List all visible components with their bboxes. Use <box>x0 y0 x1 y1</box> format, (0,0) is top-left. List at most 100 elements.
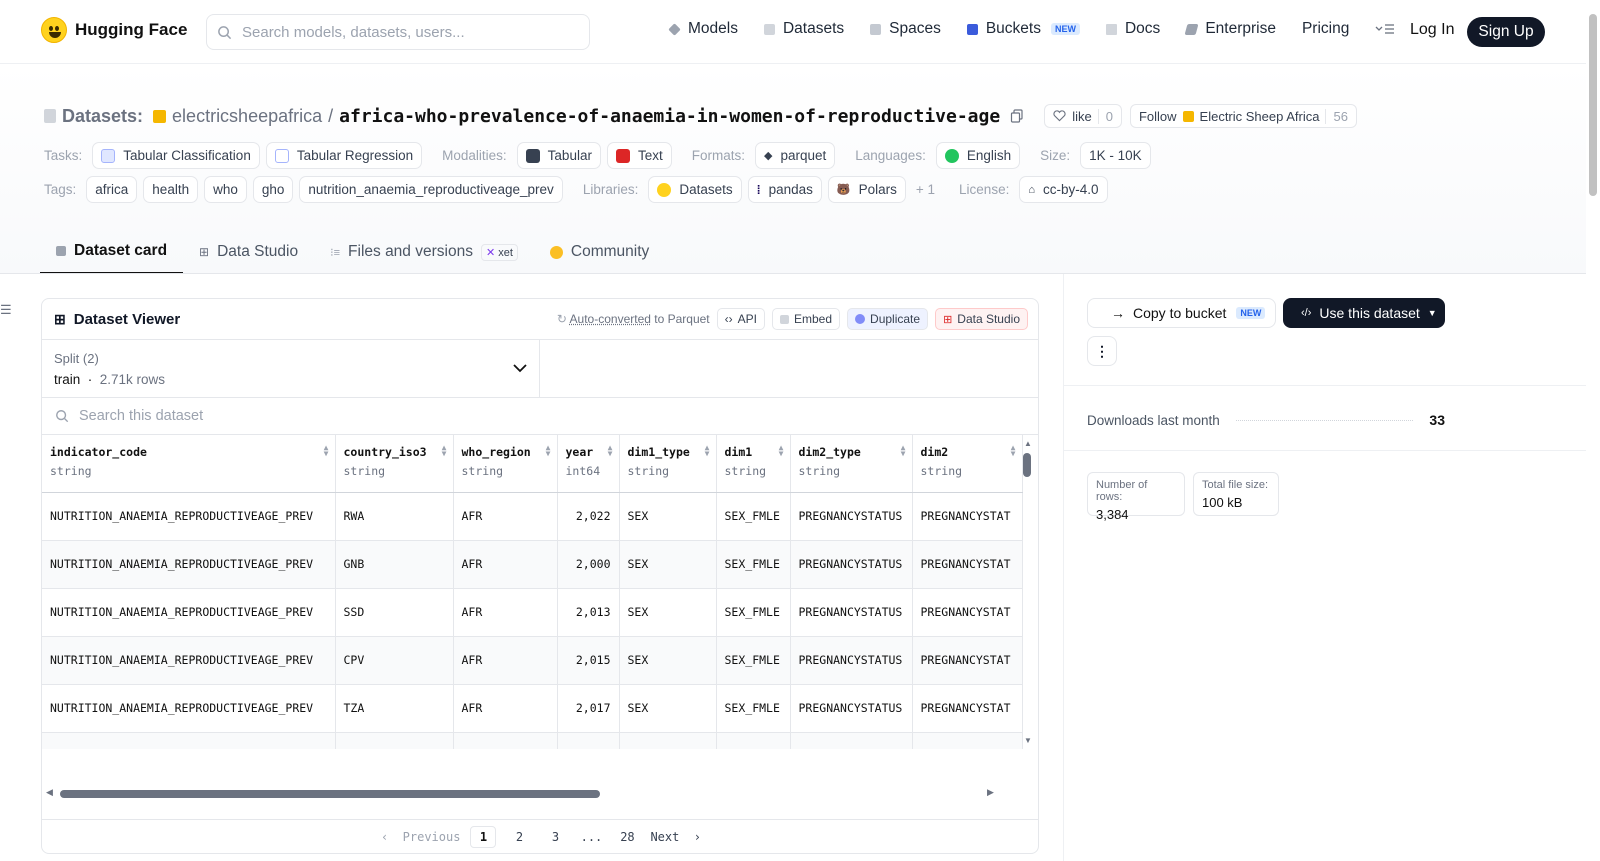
task-tabular-regression[interactable]: Tabular Regression <box>265 142 423 169</box>
table-cell[interactable]: PREGNANCYSTATUS <box>790 588 913 637</box>
dataset-search-input[interactable]: Search this dataset <box>42 398 1038 435</box>
task-tabular-classification[interactable]: Tabular Classification <box>92 142 260 169</box>
data-studio-button[interactable]: ⊞ Data Studio <box>935 308 1028 330</box>
nav-datasets[interactable]: Datasets <box>763 20 844 38</box>
previous-page-button[interactable]: ‹ Previous <box>381 826 460 848</box>
table-cell[interactable]: SEX <box>619 684 717 733</box>
table-cell[interactable]: GNB <box>335 540 454 589</box>
table-cell[interactable]: PREGNANCYSTAT <box>912 684 1023 733</box>
libraries-more[interactable]: + 1 <box>916 182 935 197</box>
table-cell[interactable]: 2,000 <box>557 540 620 589</box>
page-1-button[interactable]: 1 <box>470 825 497 848</box>
table-cell[interactable]: NUTRITION_ANAEMIA_REPRODUCTIVEAGE_PREV <box>42 588 336 637</box>
sort-icon[interactable]: ▲ ▼ <box>1011 444 1016 458</box>
table-cell[interactable]: SEX <box>619 636 717 685</box>
copy-icon[interactable] <box>1010 109 1024 123</box>
table-vertical-scrollbar[interactable]: ▲ ▼ <box>1023 439 1032 745</box>
modality-tabular[interactable]: Tabular <box>516 142 601 169</box>
table-cell[interactable]: AFR <box>453 492 558 541</box>
use-this-dataset-button[interactable]: ‹/› Use this dataset ▼ <box>1283 298 1445 328</box>
library-pandas[interactable]: ⁞ pandas <box>747 176 822 203</box>
split-selector[interactable]: Split (2) train · 2.71k rows <box>42 340 540 397</box>
section-label[interactable]: Datasets: <box>62 106 143 127</box>
table-cell[interactable]: 2,013 <box>557 588 620 637</box>
table-cell[interactable]: SEX <box>619 492 717 541</box>
table-cell[interactable]: STP <box>335 732 454 749</box>
language-english[interactable]: English <box>935 142 1021 169</box>
page-2-button[interactable]: 2 <box>506 826 532 848</box>
table-cell[interactable]: NUTRITION_ANAEMIA_REPRODUCTIVEAGE_PREV <box>42 636 336 685</box>
table-cell[interactable]: NUTRITION_ANAEMIA_REPRODUCTIVEAGE_PREV <box>42 684 336 733</box>
column-header-dim2[interactable]: dim2 string ▲ ▼ <box>912 435 1023 493</box>
table-cell[interactable]: PREGNANCYSTAT <box>912 636 1023 685</box>
page-scroll-thumb[interactable] <box>1589 14 1597 196</box>
signup-button[interactable]: Sign Up <box>1467 17 1545 47</box>
table-cell[interactable]: AFR <box>453 540 558 589</box>
sort-icon[interactable]: ▲ ▼ <box>779 444 784 458</box>
library-polars[interactable]: 🐻 Polars <box>827 176 906 203</box>
column-header-dim2-type[interactable]: dim2_type string ▲ ▼ <box>790 435 913 493</box>
tag-health[interactable]: health <box>143 176 199 203</box>
table-cell[interactable]: NUTRITION_ANAEMIA_REPRODUCTIVEAGE_PREV <box>42 540 336 589</box>
tag-who[interactable]: who <box>204 176 247 203</box>
page-28-button[interactable]: 28 <box>614 826 640 848</box>
table-cell[interactable]: PREGNANCYSTAT <box>912 492 1023 541</box>
nav-models[interactable]: Models <box>668 20 738 38</box>
table-cell[interactable]: SEX_FMLE <box>716 540 791 589</box>
format-parquet[interactable]: ◆ parquet <box>754 142 836 169</box>
page-scrollbar[interactable] <box>1586 0 1600 861</box>
tab-files-and-versions[interactable]: ⁝≡ Files and versions ✕ xet <box>314 230 534 274</box>
column-header-year[interactable]: year int64 ▲ ▼ <box>557 435 620 493</box>
repo-owner-link[interactable]: electricsheepafrica <box>172 106 322 127</box>
tag-nutrition[interactable]: nutrition_anaemia_reproductiveage_prev <box>299 176 563 203</box>
table-cell[interactable]: 2,001 <box>557 732 620 749</box>
table-cell[interactable]: SEX_FMLE <box>716 684 791 733</box>
repo-name[interactable]: africa-who-prevalence-of-anaemia-in-wome… <box>339 106 1000 127</box>
table-cell[interactable]: PREGNANCYSTAT <box>912 732 1023 749</box>
library-datasets[interactable]: Datasets <box>648 176 742 203</box>
like-button[interactable]: like 0 <box>1044 104 1122 128</box>
horizontal-scroll-thumb[interactable] <box>60 790 600 798</box>
table-cell[interactable]: NUTRITION_ANAEMIA_REPRODUCTIVEAGE_PREV <box>42 492 336 541</box>
table-cell[interactable]: PREGNANCYSTATUS <box>790 732 913 749</box>
api-button[interactable]: ‹› API <box>716 308 765 330</box>
table-cell[interactable]: AFR <box>453 684 558 733</box>
column-header-indicator-code[interactable]: indicator_code string ▲ ▼ <box>42 435 336 493</box>
table-cell[interactable]: CPV <box>335 636 454 685</box>
scroll-down-icon[interactable]: ▼ <box>1024 736 1032 745</box>
toc-toggle-icon[interactable]: ☰ <box>0 302 12 318</box>
table-cell[interactable]: AFR <box>453 732 558 749</box>
table-cell[interactable]: NUTRITION_ANAEMIA_REPRODUCTIVEAGE_PREV <box>42 732 336 749</box>
column-header-dim1[interactable]: dim1 string ▲ ▼ <box>716 435 791 493</box>
table-cell[interactable]: 2,022 <box>557 492 620 541</box>
table-cell[interactable]: SEX <box>619 540 717 589</box>
size-tag[interactable]: 1K - 10K <box>1080 142 1151 169</box>
table-cell[interactable]: SEX_FMLE <box>716 732 791 749</box>
table-cell[interactable]: PREGNANCYSTATUS <box>790 540 913 589</box>
table-cell[interactable]: SEX <box>619 732 717 749</box>
duplicate-button[interactable]: Duplicate <box>847 308 929 330</box>
scroll-right-icon[interactable]: ▶ <box>987 787 994 798</box>
table-cell[interactable]: 2,015 <box>557 636 620 685</box>
nav-spaces[interactable]: Spaces <box>870 20 941 38</box>
table-horizontal-scrollbar[interactable]: ◀ ▶ <box>42 786 1038 802</box>
next-page-button[interactable]: Next › <box>650 826 701 848</box>
brand-logo[interactable]: Hugging Face <box>41 17 187 43</box>
sort-icon[interactable]: ▲ ▼ <box>442 444 447 458</box>
column-header-dim1-type[interactable]: dim1_type string ▲ ▼ <box>619 435 717 493</box>
login-link[interactable]: Log In <box>1410 21 1454 39</box>
sort-icon[interactable]: ▲ ▼ <box>324 444 329 458</box>
column-header-country-iso3[interactable]: country_iso3 string ▲ ▼ <box>335 435 454 493</box>
scroll-up-icon[interactable]: ▲ <box>1024 439 1032 448</box>
table-cell[interactable]: PREGNANCYSTAT <box>912 588 1023 637</box>
page-3-button[interactable]: 3 <box>542 826 568 848</box>
table-cell[interactable]: AFR <box>453 588 558 637</box>
more-options-button[interactable]: ⋮ <box>1087 336 1117 366</box>
table-cell[interactable]: SEX <box>619 588 717 637</box>
table-cell[interactable]: 2,017 <box>557 684 620 733</box>
nav-buckets[interactable]: Buckets NEW <box>966 20 1080 38</box>
copy-to-bucket-button[interactable]: → Copy to bucket NEW <box>1087 298 1276 328</box>
table-cell[interactable]: AFR <box>453 636 558 685</box>
table-cell[interactable]: PREGNANCYSTAT <box>912 540 1023 589</box>
nav-pricing[interactable]: Pricing <box>1302 20 1349 38</box>
